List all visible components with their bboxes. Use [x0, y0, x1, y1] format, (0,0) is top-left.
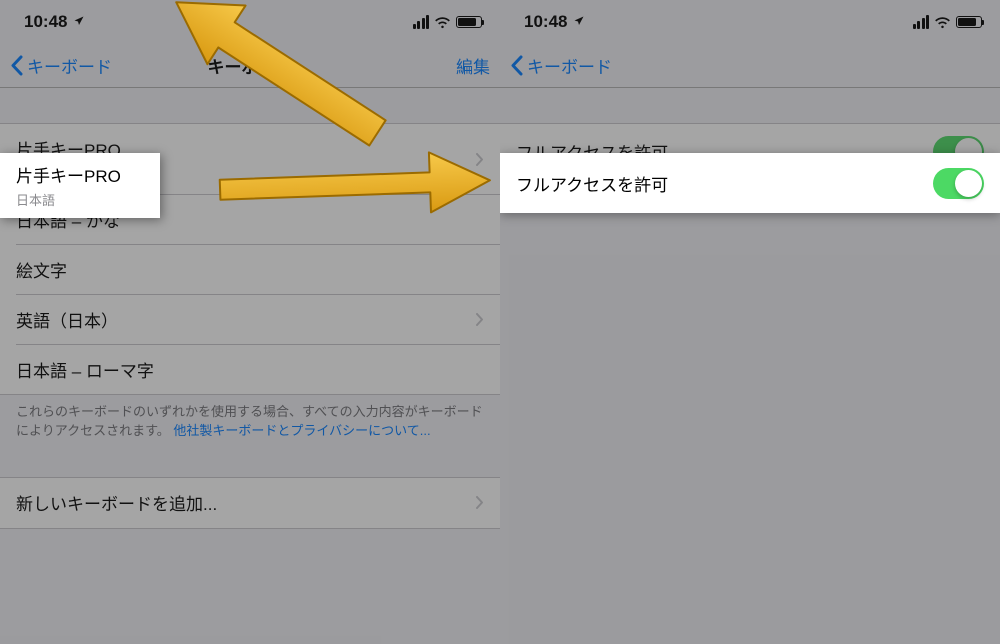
- footer-note: これらのキーボードのいずれかを使用する場合、すべての入力内容がキーボードによりア…: [0, 395, 500, 441]
- edit-button[interactable]: 編集: [456, 53, 490, 78]
- status-bar: 10:48: [500, 0, 1000, 44]
- add-keyboard-row[interactable]: 新しいキーボードを追加...: [0, 478, 500, 528]
- wifi-icon: [434, 14, 451, 31]
- back-button[interactable]: キーボード: [10, 53, 112, 78]
- dim-overlay: [500, 0, 1000, 644]
- battery-icon: [956, 16, 982, 28]
- back-label: キーボード: [527, 53, 612, 78]
- left-screen: 10:48 キーボード キーボード 編集: [0, 0, 500, 644]
- status-time: 10:48: [524, 12, 567, 32]
- highlight-full-access-row: フルアクセスを許可: [500, 153, 1000, 213]
- highlight-keyboard-row: 片手キーPRO 日本語: [0, 153, 160, 218]
- location-icon: [73, 14, 85, 30]
- page-title: キーボード: [208, 53, 293, 78]
- keyboard-row[interactable]: 絵文字: [0, 244, 500, 294]
- row-title: 英語（日本）: [16, 307, 476, 332]
- battery-icon: [456, 16, 482, 28]
- back-label: キーボード: [27, 53, 112, 78]
- back-button[interactable]: キーボード: [510, 53, 612, 78]
- status-bar: 10:48: [0, 0, 500, 44]
- highlight-subtitle: 日本語: [16, 190, 144, 209]
- keyboard-row[interactable]: 日本語 – ローマ字: [0, 344, 500, 394]
- chevron-right-icon: [476, 153, 484, 166]
- status-time: 10:48: [24, 12, 67, 32]
- cellular-signal-icon: [413, 15, 430, 29]
- add-keyboard-group: 新しいキーボードを追加...: [0, 477, 500, 529]
- keyboard-row[interactable]: 英語（日本）: [0, 294, 500, 344]
- location-icon: [573, 14, 585, 30]
- cellular-signal-icon: [913, 15, 930, 29]
- row-title: 絵文字: [16, 257, 484, 282]
- chevron-right-icon: [476, 313, 484, 326]
- wifi-icon: [934, 14, 951, 31]
- privacy-link[interactable]: 他社製キーボードとプライバシーについて...: [173, 423, 430, 438]
- full-access-toggle-highlight[interactable]: [933, 168, 984, 199]
- right-screen: 10:48 キーボード フルア: [500, 0, 1000, 644]
- row-title: 新しいキーボードを追加...: [16, 490, 476, 515]
- chevron-left-icon: [10, 55, 23, 76]
- highlight-title: 片手キーPRO: [16, 162, 144, 187]
- highlight-label: フルアクセスを許可: [516, 171, 668, 196]
- nav-bar: キーボード: [500, 44, 1000, 88]
- chevron-left-icon: [510, 55, 523, 76]
- nav-bar: キーボード キーボード 編集: [0, 44, 500, 88]
- chevron-right-icon: [476, 496, 484, 509]
- row-title: 日本語 – ローマ字: [16, 357, 484, 382]
